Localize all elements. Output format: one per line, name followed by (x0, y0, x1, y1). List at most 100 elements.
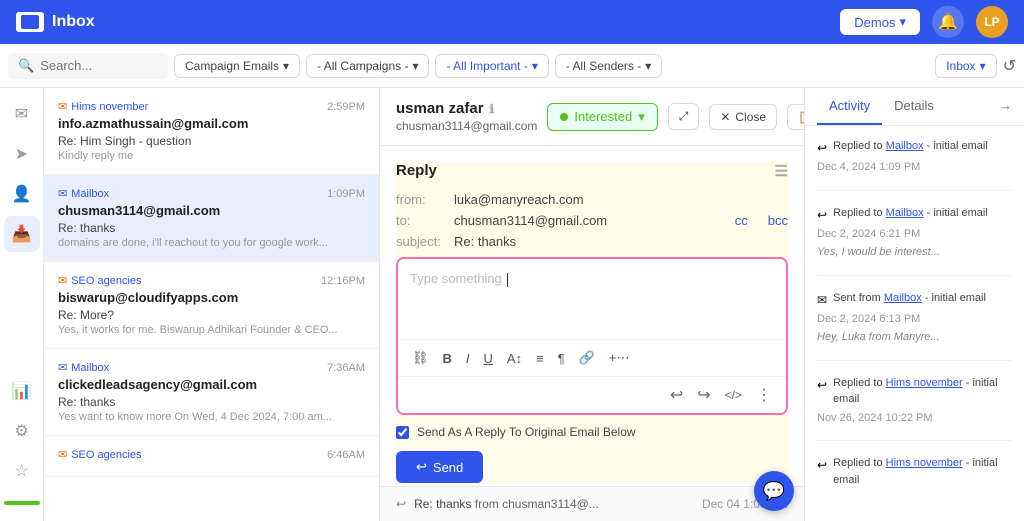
campaign-filter[interactable]: Campaign Emails ▾ (174, 54, 300, 78)
editor-toolbar: ⛓ B I U A↕ ≡ ¶ 🔗 +⋯ (398, 339, 786, 376)
close-icon: ✕ (720, 110, 730, 124)
demos-button[interactable]: Demos ▾ (840, 9, 920, 35)
sidebar-item-mail[interactable]: ✉ (4, 96, 40, 132)
font-size-btn[interactable]: A↕ (503, 349, 526, 368)
all-senders-filter[interactable]: - All Senders - ▾ (555, 54, 662, 78)
interested-button[interactable]: Interested ▾ (547, 103, 657, 131)
reply-icon: ↩ (817, 456, 827, 474)
chevron-down-icon: ▾ (638, 109, 645, 125)
send-button[interactable]: ↩ Send (396, 451, 483, 483)
status-dot (560, 113, 568, 121)
expand-panel-btn[interactable]: → (999, 88, 1012, 125)
all-important-filter[interactable]: - All Important - ▾ (435, 54, 548, 78)
chevron-down-icon: ▾ (283, 59, 289, 73)
refresh-button[interactable]: ↺ (1003, 56, 1016, 76)
activity-link[interactable]: Hims november (886, 377, 963, 389)
to-field: to: chusman3114@gmail.com cc bcc (396, 213, 788, 228)
reply-icon: ↩ (817, 139, 827, 157)
inbox-filter[interactable]: Inbox ▾ (935, 54, 996, 78)
notifications-button[interactable]: 🔔 (932, 6, 964, 38)
email-list: ✉ Hims november 2:59PM info.azmathussain… (44, 88, 380, 521)
sidebar: ✉ ➤ 👤 📥 📊 ⚙ ☆ (0, 88, 44, 521)
expand-button[interactable]: ⤢ (668, 103, 700, 130)
email-item[interactable]: ✉ Mailbox 7:36AM clickedleadsagency@gmai… (44, 349, 379, 436)
reply-icon: ↩ (817, 376, 827, 394)
reply-section: Reply ☰ from: luka@manyreach.com to: chu… (396, 162, 788, 483)
email-detail: usman zafar ℹ chusman3114@gmail.com Inte… (380, 88, 804, 521)
sidebar-item-chart[interactable]: 📊 (4, 373, 40, 409)
send-as-reply-row: Send As A Reply To Original Email Below (396, 425, 788, 439)
campaign-icon: ✉ (58, 100, 67, 113)
activity-item: ↩ Replied to Hims november - initial ema… (817, 375, 1012, 427)
nav-title: Inbox (52, 13, 95, 31)
hyperlink-btn[interactable]: 🔗 (575, 348, 599, 368)
search-box[interactable]: 🔍 (8, 53, 168, 79)
tab-activity[interactable]: Activity (817, 88, 882, 125)
sidebar-item-send[interactable]: ➤ (4, 136, 40, 172)
reply-title: Reply ☰ (396, 162, 788, 180)
sidebar-item-settings[interactable]: ⚙ (4, 413, 40, 449)
email-detail-header: usman zafar ℹ chusman3114@gmail.com Inte… (380, 88, 804, 146)
sidebar-item-users[interactable]: 👤 (4, 176, 40, 212)
email-sender: ✉ SEO agencies (58, 448, 142, 461)
mailbox-icon: ✉ (58, 187, 67, 200)
sidebar-item-inbox[interactable]: 📥 (4, 216, 40, 252)
bold-btn[interactable]: B (439, 349, 456, 368)
logo-svg (21, 15, 39, 29)
chevron-down-icon: ▾ (645, 59, 651, 73)
close-button[interactable]: ✕ Close (709, 104, 777, 130)
email-item[interactable]: ✉ SEO agencies 12:16PM biswarup@cloudify… (44, 262, 379, 349)
activity-link[interactable]: Mailbox (884, 292, 922, 304)
tab-details[interactable]: Details (882, 88, 946, 125)
menu-icon[interactable]: ☰ (775, 162, 788, 180)
campaign-icon: ✉ (58, 274, 67, 287)
activity-link[interactable]: Mailbox (886, 140, 924, 152)
contact-info: usman zafar ℹ chusman3114@gmail.com (396, 100, 537, 133)
email-item[interactable]: ✉ Mailbox 1:09PM chusman3114@gmail.com R… (44, 175, 379, 262)
email-sender: ✉ Mailbox (58, 187, 109, 200)
send-as-reply-checkbox[interactable] (396, 426, 409, 439)
cursor (507, 273, 508, 287)
cc-button[interactable]: cc (735, 213, 748, 228)
paragraph-btn[interactable]: ¶ (554, 349, 569, 368)
expand-icon: ⤢ (679, 109, 689, 124)
notes-button[interactable]: 📋 Notes (787, 104, 804, 130)
editor-actions: ↩ ↪ </> ⋮ (398, 376, 786, 413)
activity-item: ↩ Replied to Hims november - initial ema… (817, 455, 1012, 488)
email-item[interactable]: ✉ Hims november 2:59PM info.azmathussain… (44, 88, 379, 175)
subject-field: subject: Re: thanks (396, 234, 788, 249)
underline-btn[interactable]: U (480, 349, 497, 368)
activity-link[interactable]: Hims november (886, 457, 963, 469)
chevron-down-icon: ▾ (899, 14, 906, 30)
send-icon: ↩ (416, 459, 427, 475)
search-icon: 🔍 (18, 58, 34, 74)
code-btn[interactable]: </> (721, 386, 746, 404)
undo-btn[interactable]: ↩ (666, 383, 687, 407)
contact-name: usman zafar ℹ (396, 100, 537, 117)
format-link-btn[interactable]: ⛓ (408, 348, 433, 368)
redo-btn[interactable]: ↪ (693, 383, 714, 407)
italic-btn[interactable]: I (462, 349, 474, 368)
reply-icon: ↩ (817, 206, 827, 224)
logo-icon (16, 12, 44, 32)
bcc-button[interactable]: bcc (768, 213, 788, 228)
activity-item: ↩ Replied to Mailbox - initial email Dec… (817, 205, 1012, 261)
avatar-button[interactable]: LP (976, 6, 1008, 38)
activity-link[interactable]: Mailbox (886, 207, 924, 219)
all-campaigns-filter[interactable]: - All Campaigns - ▾ (306, 54, 429, 78)
more-formats-btn[interactable]: +⋯ (605, 348, 634, 368)
chat-icon: 💬 (763, 481, 785, 502)
more-actions-btn[interactable]: ⋮ (752, 383, 776, 407)
filter-bar: 🔍 Campaign Emails ▾ - All Campaigns - ▾ … (0, 44, 1024, 88)
search-input[interactable] (40, 58, 158, 73)
chevron-down-icon: ▾ (532, 59, 538, 73)
chevron-down-icon: ▾ (980, 59, 986, 73)
editor-area[interactable]: Type something (398, 259, 786, 339)
sent-icon: ✉ (817, 291, 827, 309)
email-item[interactable]: ✉ SEO agencies 6:46AM (44, 436, 379, 477)
sidebar-item-star[interactable]: ☆ (4, 453, 40, 489)
activity-tabs: Activity Details → (805, 88, 1024, 126)
chat-bubble-button[interactable]: 💬 (754, 471, 794, 511)
align-btn[interactable]: ≡ (532, 349, 548, 368)
info-icon[interactable]: ℹ (490, 102, 495, 116)
